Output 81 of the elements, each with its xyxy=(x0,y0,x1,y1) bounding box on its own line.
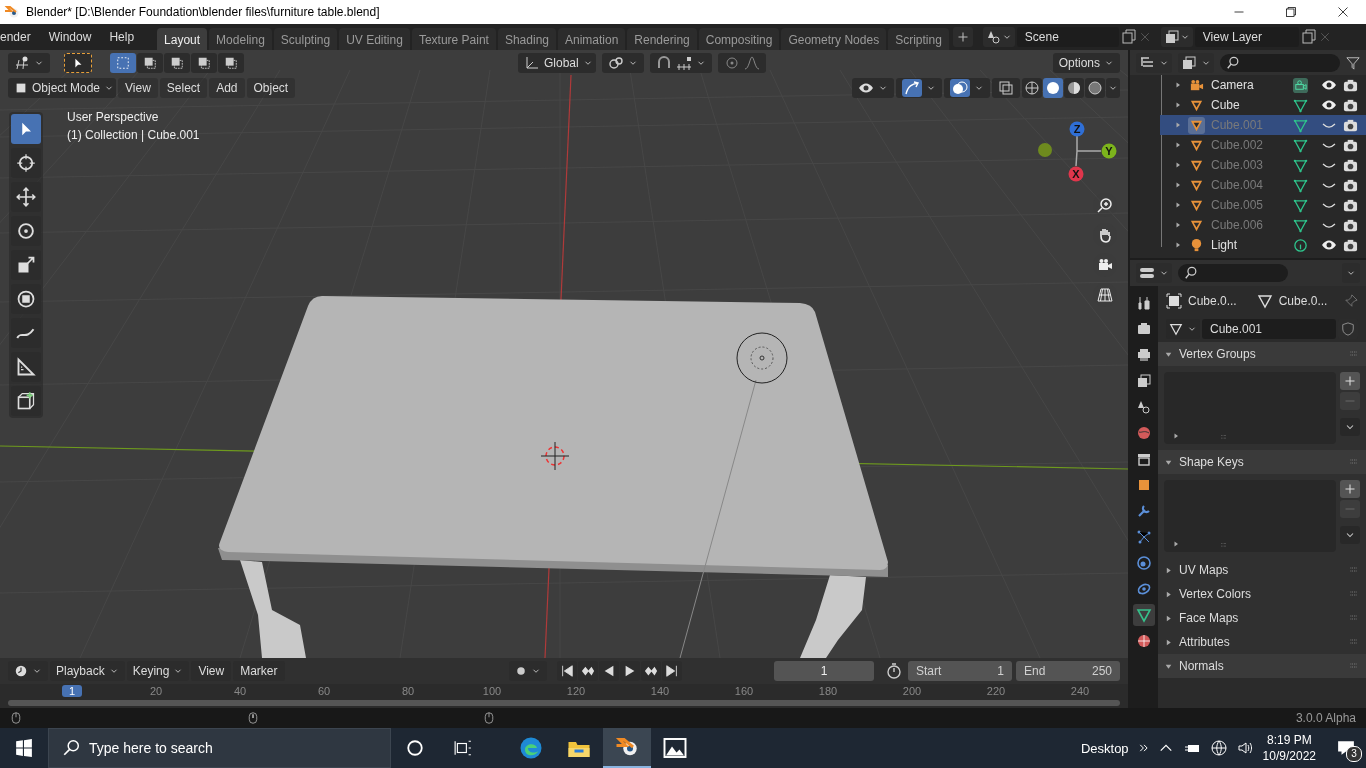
frame-label: 160 xyxy=(733,685,755,697)
end-frame-field[interactable]: End 250 xyxy=(1016,661,1120,681)
object-name: Cube.005 xyxy=(1211,198,1265,212)
object-name: Cube xyxy=(1211,98,1241,112)
outliner-item[interactable]: Light xyxy=(1160,235,1366,255)
panel-header[interactable]: Attributes xyxy=(1158,630,1366,654)
axis-handle[interactable]: Y xyxy=(1101,143,1117,159)
object-name: Cube.001 xyxy=(1211,118,1265,132)
frame-label: 180 xyxy=(817,685,839,697)
timeline-menu[interactable]: Playback xyxy=(50,661,125,681)
mode-dropdown[interactable]: Object Mode xyxy=(8,77,116,98)
frame-label: 140 xyxy=(649,685,671,697)
start-frame-field[interactable]: Start 1 xyxy=(908,661,1012,681)
workspace-tab[interactable]: Modeling xyxy=(209,27,272,51)
current-frame-field[interactable]: 1 xyxy=(774,661,874,681)
panel-header[interactable]: Face Maps xyxy=(1158,606,1366,630)
object-name: Cube.003 xyxy=(1211,158,1265,172)
object-name: Cube.006 xyxy=(1211,218,1265,232)
workspace-tab[interactable]: Geometry Nodes xyxy=(781,27,887,51)
workspace-tab[interactable]: Animation xyxy=(558,27,626,51)
frame-label: 220 xyxy=(985,685,1007,697)
frame-label: 240 xyxy=(1069,685,1091,697)
workspace-tab[interactable]: Sculpting xyxy=(273,27,338,51)
workspace-tab[interactable]: Rendering xyxy=(627,27,697,51)
viewport-menu[interactable]: Select xyxy=(159,77,208,98)
outliner-item[interactable]: Camera xyxy=(1160,75,1366,95)
panel-header[interactable]: Normals xyxy=(1158,654,1366,678)
workspace-tab[interactable]: Layout xyxy=(157,27,208,51)
viewport-menu[interactable]: View xyxy=(118,77,158,98)
axis-handle[interactable]: Z xyxy=(1069,121,1085,137)
workspace-tab[interactable]: Compositing xyxy=(698,27,780,51)
timeline-menu[interactable]: Marker xyxy=(233,661,285,681)
taskbar-search-field[interactable]: Type here to search xyxy=(48,728,391,768)
frame-label: 200 xyxy=(901,685,923,697)
current-frame-marker: 1 xyxy=(62,685,82,697)
viewport-menu[interactable]: Add xyxy=(209,77,245,98)
viewport-menu[interactable]: Object xyxy=(246,77,296,98)
outliner-item[interactable]: Cube.004 xyxy=(1160,175,1366,195)
clock[interactable]: 8:19 PM 10/9/2022 xyxy=(1262,733,1316,763)
frame-label: 40 xyxy=(232,685,248,697)
window-title: Blender* [D:\Blender Foundation\blender files\furniture table.blend] xyxy=(26,5,380,19)
mesh-name-field[interactable]: Cube.001 xyxy=(1202,319,1336,339)
viewport-info-text: User Perspective xyxy=(67,110,160,124)
notifications-button[interactable]: 3 xyxy=(1326,728,1366,768)
object-name: Cube.004 xyxy=(1211,178,1265,192)
frame-label: 80 xyxy=(400,685,416,697)
menu-item[interactable]: Window xyxy=(39,30,101,44)
frame-label: 120 xyxy=(565,685,587,697)
view-layer-field[interactable]: View Layer xyxy=(1194,27,1299,47)
workspace-tab[interactable]: Texture Paint xyxy=(411,27,496,51)
panel-header[interactable]: UV Maps xyxy=(1158,558,1366,582)
menu-item[interactable]: Help xyxy=(100,30,144,44)
object-name: Light xyxy=(1211,238,1239,252)
breadcrumb-item[interactable]: Cube.0... xyxy=(1278,294,1328,308)
timeline-menu[interactable]: Keying xyxy=(126,661,190,681)
breadcrumb-item[interactable]: Cube.0... xyxy=(1188,294,1237,308)
outliner-item[interactable]: Cube xyxy=(1160,95,1366,115)
workspace-tab[interactable]: Shading xyxy=(497,27,556,51)
frame-label: 60 xyxy=(316,685,332,697)
scene-field[interactable]: Scene xyxy=(1016,27,1119,47)
object-name: Cube.002 xyxy=(1211,138,1265,152)
viewport-info-text: (1) Collection | Cube.001 xyxy=(67,128,200,142)
panel-header[interactable]: Vertex Colors xyxy=(1158,582,1366,606)
panel-header[interactable]: Vertex Groups xyxy=(1158,342,1366,366)
menu-item[interactable]: ender xyxy=(0,30,40,44)
axis-handle[interactable]: X xyxy=(1068,166,1084,182)
frame-label: 100 xyxy=(481,685,503,697)
panel-header[interactable]: Shape Keys xyxy=(1158,450,1366,474)
outliner-item[interactable]: Cube.002 xyxy=(1160,135,1366,155)
workspace-tab[interactable]: Scripting xyxy=(888,27,949,51)
timeline-menu[interactable]: View xyxy=(191,661,232,681)
notification-count: 3 xyxy=(1346,746,1362,762)
desktop-toolbar-label[interactable]: Desktop xyxy=(1080,740,1129,756)
orientation-dropdown[interactable]: Global xyxy=(518,52,596,73)
outliner-item[interactable]: Cube.006 xyxy=(1160,215,1366,235)
outliner-item[interactable]: Cube.003 xyxy=(1160,155,1366,175)
outliner-item[interactable]: Cube.005 xyxy=(1160,195,1366,215)
object-name: Camera xyxy=(1211,78,1255,92)
frame-label: 20 xyxy=(148,685,164,697)
workspace-tab[interactable]: UV Editing xyxy=(339,27,410,51)
version-label: 3.0.0 Alpha xyxy=(1295,711,1356,725)
